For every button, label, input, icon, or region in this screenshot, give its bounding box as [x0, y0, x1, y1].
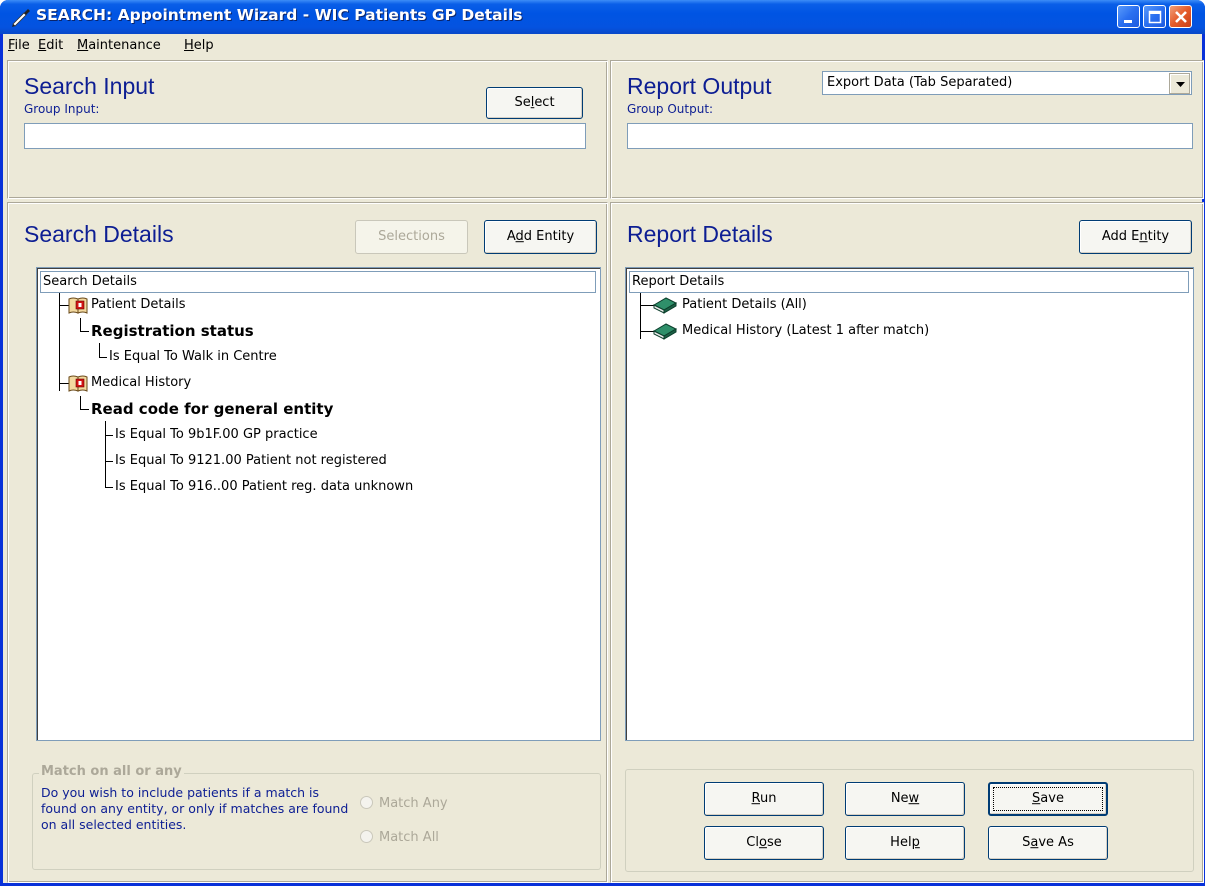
- group-output-field[interactable]: [627, 123, 1193, 149]
- tree-node-report-patient-details[interactable]: Patient Details (All): [682, 294, 807, 316]
- title-bar[interactable]: SEARCH: Appointment Wizard - WIC Patient…: [0, 0, 1205, 34]
- add-entity-button[interactable]: Add Entity: [484, 220, 597, 254]
- maximize-icon: [1148, 10, 1162, 24]
- match-description: Do you wish to include patients if a mat…: [41, 785, 349, 832]
- report-output-select[interactable]: Export Data (Tab Separated): [822, 71, 1192, 95]
- save-as-button[interactable]: Save As: [988, 826, 1108, 860]
- select-button[interactable]: Select: [486, 87, 583, 119]
- tree-node-medical-history[interactable]: Medical History: [91, 372, 191, 394]
- tree-node-not-registered[interactable]: Is Equal To 9121.00 Patient not register…: [115, 450, 387, 472]
- tree-node-walk-in-centre[interactable]: Is Equal To Walk in Centre: [109, 346, 277, 368]
- tree-node-reg-unknown[interactable]: Is Equal To 916..00 Patient reg. data un…: [115, 476, 413, 498]
- tree-node-patient-details[interactable]: Patient Details: [91, 294, 185, 316]
- tree-connector: [99, 343, 100, 357]
- tree-connector: [80, 409, 89, 410]
- tree-node-registration-status[interactable]: Registration status: [91, 320, 254, 342]
- book-record-icon: [68, 297, 88, 314]
- dropdown-arrow-button[interactable]: [1169, 73, 1190, 94]
- report-details-heading: Report Details: [627, 221, 773, 247]
- match-group-title: Match on all or any: [39, 764, 184, 779]
- report-add-entity-button[interactable]: Add Entity: [1079, 220, 1192, 254]
- group-input-field[interactable]: [24, 123, 586, 149]
- help-button[interactable]: Help: [845, 826, 965, 860]
- tree-connector: [105, 487, 113, 488]
- minimize-button[interactable]: [1117, 5, 1140, 28]
- close-window-button[interactable]: [1169, 5, 1192, 28]
- tree-connector: [59, 293, 60, 391]
- green-book-icon: [652, 297, 678, 314]
- match-any-radio[interactable]: Match Any: [360, 796, 448, 811]
- maximize-button[interactable]: [1143, 5, 1166, 28]
- run-button[interactable]: Run: [704, 782, 824, 816]
- search-details-tree[interactable]: Search Details Patient Details Registrat…: [36, 267, 601, 741]
- close-button[interactable]: Close: [704, 826, 824, 860]
- tree-connector: [640, 293, 641, 339]
- tree-connector: [99, 357, 107, 358]
- menu-bar: File Edit Maintenance Help: [3, 34, 1202, 58]
- tree-connector: [105, 435, 113, 436]
- tree-root-report-details[interactable]: Report Details: [629, 271, 1189, 293]
- app-window: SEARCH: Appointment Wizard - WIC Patient…: [0, 0, 1205, 886]
- menu-help[interactable]: Help: [184, 38, 214, 53]
- green-book-icon: [652, 323, 678, 340]
- menu-file[interactable]: File: [8, 38, 30, 53]
- selections-button[interactable]: Selections: [355, 220, 468, 254]
- search-input-heading: Search Input: [24, 73, 155, 99]
- tree-node-report-medical-history[interactable]: Medical History (Latest 1 after match): [682, 320, 929, 342]
- pen-icon: [12, 9, 30, 27]
- group-output-label: Group Output:: [627, 102, 714, 116]
- group-input-label: Group Input:: [24, 102, 100, 116]
- menu-maintenance[interactable]: Maintenance: [77, 38, 161, 53]
- report-details-panel: Report Details Add Entity Report Details…: [610, 202, 1204, 883]
- report-output-heading: Report Output: [627, 73, 772, 99]
- match-groupbox: Match on all or any Do you wish to inclu…: [32, 764, 601, 870]
- tree-connector: [80, 318, 81, 332]
- book-record-icon: [68, 375, 88, 392]
- tree-node-read-code[interactable]: Read code for general entity: [91, 398, 333, 420]
- match-all-radio[interactable]: Match All: [360, 830, 439, 845]
- search-details-heading: Search Details: [24, 221, 174, 247]
- menu-edit[interactable]: Edit: [38, 38, 63, 53]
- tree-connector: [80, 396, 81, 410]
- search-details-panel: Search Details Selections Add Entity Sea…: [7, 202, 608, 883]
- tree-root-search-details[interactable]: Search Details: [40, 271, 596, 293]
- window-title: SEARCH: Appointment Wizard - WIC Patient…: [36, 6, 523, 24]
- report-details-tree[interactable]: Report Details Patient Details (All) Med…: [625, 267, 1194, 741]
- chevron-down-icon: [1176, 82, 1185, 87]
- save-button[interactable]: Save: [988, 782, 1108, 816]
- report-output-panel: Report Output Export Data (Tab Separated…: [610, 60, 1204, 199]
- close-icon: [1175, 11, 1187, 23]
- search-input-panel: Search Input Group Input: Select: [7, 60, 608, 199]
- actions-groupbox: Run New Save Close Help Save As: [625, 769, 1194, 872]
- new-button[interactable]: New: [845, 782, 965, 816]
- tree-connector: [80, 331, 89, 332]
- tree-connector: [105, 421, 106, 487]
- tree-node-gp-practice[interactable]: Is Equal To 9b1F.00 GP practice: [115, 424, 318, 446]
- tree-connector: [105, 461, 113, 462]
- minimize-icon: [1124, 20, 1132, 23]
